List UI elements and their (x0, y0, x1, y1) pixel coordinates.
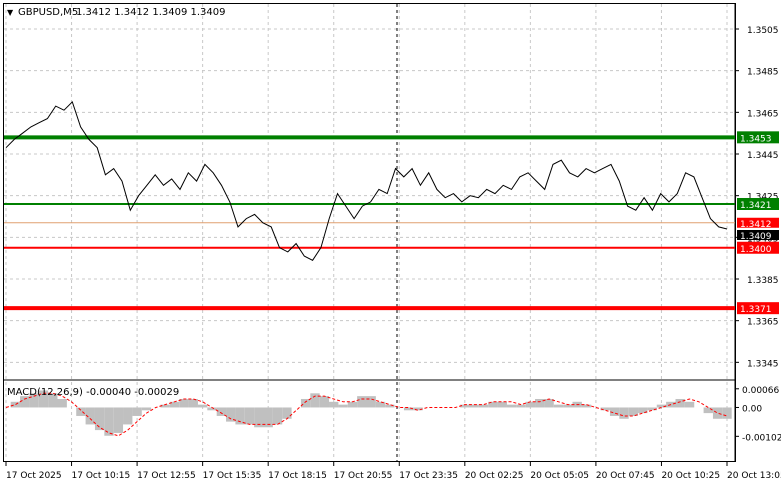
macd-bar (76, 407, 86, 416)
macd-bar (272, 407, 283, 425)
price-tick-label: 1.3345 (747, 359, 779, 369)
macd-bar (525, 401, 536, 408)
time-label: 17 Oct 10:15 (72, 471, 131, 481)
dropdown-icon[interactable]: ▼ (7, 8, 14, 17)
macd-bar (188, 398, 198, 408)
price-tick-label: 1.3445 (747, 151, 779, 161)
macd-bar (553, 404, 564, 408)
time-label: 20 Oct 05:05 (530, 471, 589, 481)
time-axis: 17 Oct 2025 17 Oct 10:15 17 Oct 12:55 17 Oc… (5, 462, 781, 481)
time-label: 20 Oct 02:25 (465, 471, 524, 481)
macd-bar (10, 401, 21, 408)
macd-bar (347, 401, 358, 408)
symbol-label: GBPUSD,M5 (18, 7, 78, 18)
level-tag-label: 1.3371 (740, 305, 772, 315)
macd-bar (497, 401, 507, 408)
macd-tick-label: -0.00102 (742, 433, 781, 443)
macd-bar (712, 407, 723, 419)
price-series (5, 100, 728, 261)
time-label: 17 Oct 2025 (6, 471, 62, 481)
level-tag-label: 1.3421 (740, 201, 772, 211)
price-tick-label: 1.3505 (747, 26, 779, 36)
macd-bar (141, 407, 152, 411)
macd-bar (338, 404, 348, 408)
macd-bar (282, 407, 292, 419)
macd-bar (506, 404, 517, 408)
level-tag-label: 1.3400 (740, 245, 772, 255)
time-label: 20 Oct 13:05 (727, 471, 781, 481)
macd-bar (675, 398, 685, 408)
macd-bar (703, 407, 713, 414)
macd-label: MACD(12,26,9) -0.00040 -0.00029 (7, 387, 179, 398)
level-tag-label: 1.3453 (740, 134, 772, 144)
time-label: 20 Oct 07:45 (596, 471, 655, 481)
time-label: 20 Oct 10:25 (661, 471, 720, 481)
price-axis: 1.35051.34851.34651.34451.34251.34051.33… (735, 26, 779, 369)
price-tick-label: 1.3385 (747, 276, 779, 286)
price-line (5, 100, 728, 261)
macd-bar (319, 396, 330, 408)
time-label: 17 Oct 12:55 (137, 471, 196, 481)
time-label: 17 Oct 15:35 (203, 471, 262, 481)
macd-bar (357, 396, 367, 408)
macd-bar (244, 407, 255, 425)
macd-bar (366, 396, 376, 408)
time-label: 17 Oct 23:35 (399, 471, 458, 481)
price-tag-label: 1.3409 (740, 232, 772, 242)
macd-bar (132, 407, 142, 416)
price-tag-label: 1.3412 (740, 220, 772, 230)
macd-bar (722, 407, 732, 419)
price-tick-label: 1.3365 (747, 318, 779, 328)
levels (4, 135, 735, 311)
macd-bar (535, 398, 545, 408)
macd-axis: 0.00066 0.00 -0.00102 (735, 386, 781, 443)
time-label: 17 Oct 20:55 (334, 471, 393, 481)
macd-bar (684, 401, 695, 408)
macd-bar (619, 407, 629, 419)
macd-bar (197, 404, 208, 408)
price-chart[interactable]: 1.35051.34851.34651.34451.34251.34051.33… (0, 0, 781, 489)
macd-bar (300, 398, 311, 408)
macd-bar (113, 407, 124, 433)
macd-bar (329, 401, 339, 408)
macd-bar (310, 393, 320, 408)
ohlc-label: 1.3412 1.3412 1.3409 1.3409 (76, 7, 226, 18)
macd-bar (57, 398, 67, 408)
macd-bar (123, 407, 133, 425)
time-label: 17 Oct 18:15 (268, 471, 327, 481)
price-tick-label: 1.3465 (747, 109, 779, 119)
macd-tick-label: 0.00 (742, 404, 762, 414)
price-tick-label: 1.3485 (747, 68, 779, 78)
macd-tick-label: 0.00066 (742, 386, 779, 396)
